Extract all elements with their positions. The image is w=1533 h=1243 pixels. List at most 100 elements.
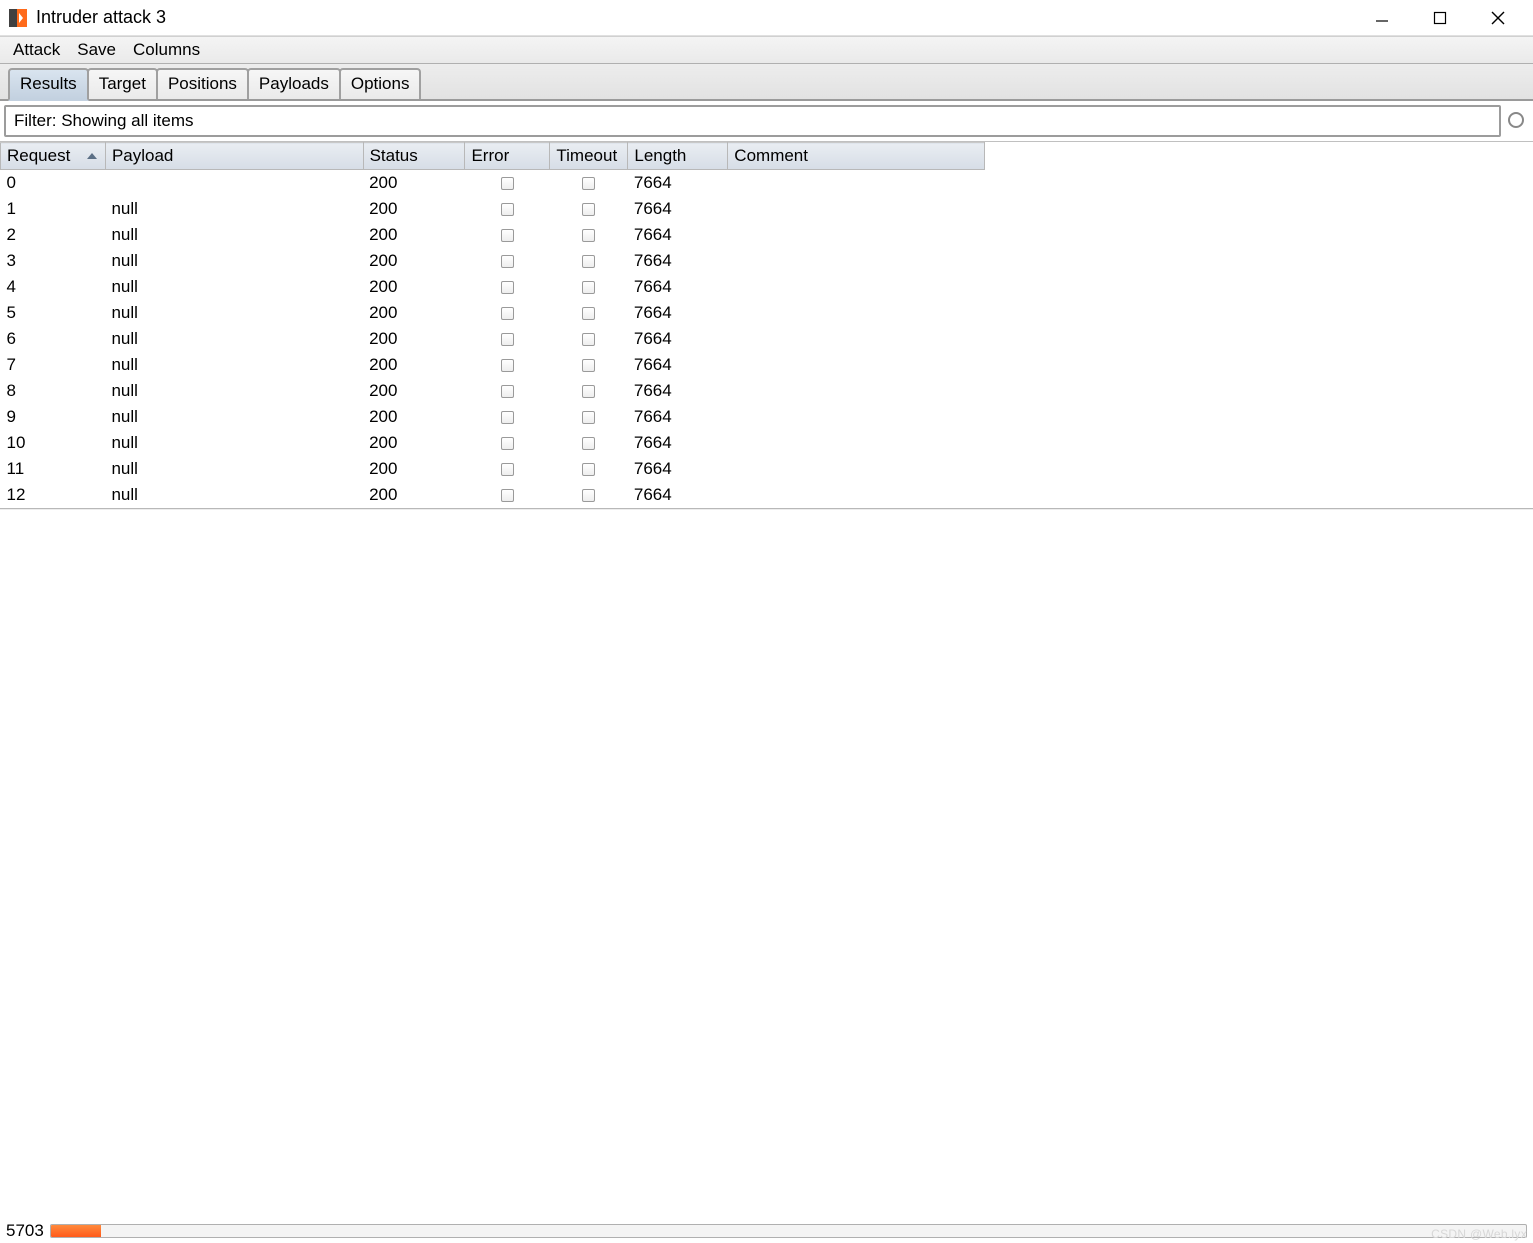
cell-comment bbox=[728, 300, 985, 326]
filter-options-icon[interactable] bbox=[1505, 105, 1529, 137]
col-header-length[interactable]: Length bbox=[628, 143, 728, 170]
checkbox-icon bbox=[582, 333, 595, 346]
cell-length: 7664 bbox=[628, 456, 728, 482]
checkbox-icon bbox=[501, 255, 514, 268]
checkbox-icon bbox=[501, 281, 514, 294]
col-header-error[interactable]: Error bbox=[465, 143, 550, 170]
table-row[interactable]: 3null2007664 bbox=[1, 248, 985, 274]
menu-columns[interactable]: Columns bbox=[126, 38, 207, 62]
progress-fill bbox=[51, 1225, 101, 1237]
col-header-timeout[interactable]: Timeout bbox=[550, 143, 628, 170]
cell-comment bbox=[728, 274, 985, 300]
close-button[interactable] bbox=[1483, 3, 1513, 33]
tab-payloads[interactable]: Payloads bbox=[247, 68, 341, 99]
table-row[interactable]: 1null2007664 bbox=[1, 196, 985, 222]
watermark: CSDN @Web.lyx bbox=[1431, 1227, 1527, 1241]
tab-positions[interactable]: Positions bbox=[156, 68, 249, 99]
cell-payload: null bbox=[105, 274, 363, 300]
cell-timeout bbox=[550, 248, 628, 274]
cell-status: 200 bbox=[363, 482, 465, 508]
cell-payload: null bbox=[105, 482, 363, 508]
checkbox-icon bbox=[501, 385, 514, 398]
cell-payload bbox=[105, 170, 363, 197]
cell-status: 200 bbox=[363, 196, 465, 222]
cell-status: 200 bbox=[363, 326, 465, 352]
tab-target[interactable]: Target bbox=[87, 68, 158, 99]
cell-payload: null bbox=[105, 222, 363, 248]
cell-payload: null bbox=[105, 378, 363, 404]
filter-bar[interactable]: Filter: Showing all items bbox=[4, 105, 1501, 137]
cell-error bbox=[465, 404, 550, 430]
cell-comment bbox=[728, 378, 985, 404]
table-row[interactable]: 8null2007664 bbox=[1, 378, 985, 404]
results-table-wrap: Request Payload Status Error Timeout Len… bbox=[0, 141, 1533, 510]
cell-comment bbox=[728, 326, 985, 352]
table-row[interactable]: 7null2007664 bbox=[1, 352, 985, 378]
cell-timeout bbox=[550, 482, 628, 508]
cell-length: 7664 bbox=[628, 404, 728, 430]
col-header-request[interactable]: Request bbox=[1, 143, 106, 170]
col-header-comment[interactable]: Comment bbox=[728, 143, 985, 170]
cell-request: 1 bbox=[1, 196, 106, 222]
menu-save[interactable]: Save bbox=[70, 38, 123, 62]
table-row[interactable]: 4null2007664 bbox=[1, 274, 985, 300]
cell-timeout bbox=[550, 352, 628, 378]
cell-request: 8 bbox=[1, 378, 106, 404]
cell-error bbox=[465, 482, 550, 508]
cell-error bbox=[465, 352, 550, 378]
checkbox-icon bbox=[582, 307, 595, 320]
table-row[interactable]: 02007664 bbox=[1, 170, 985, 197]
checkbox-icon bbox=[501, 229, 514, 242]
cell-comment bbox=[728, 482, 985, 508]
cell-status: 200 bbox=[363, 456, 465, 482]
checkbox-icon bbox=[582, 489, 595, 502]
cell-payload: null bbox=[105, 300, 363, 326]
table-row[interactable]: 10null2007664 bbox=[1, 430, 985, 456]
table-row[interactable]: 6null2007664 bbox=[1, 326, 985, 352]
cell-error bbox=[465, 430, 550, 456]
checkbox-icon bbox=[582, 229, 595, 242]
cell-payload: null bbox=[105, 352, 363, 378]
table-row[interactable]: 9null2007664 bbox=[1, 404, 985, 430]
cell-payload: null bbox=[105, 326, 363, 352]
cell-request: 5 bbox=[1, 300, 106, 326]
col-header-status[interactable]: Status bbox=[363, 143, 465, 170]
col-header-payload[interactable]: Payload bbox=[105, 143, 363, 170]
app-icon bbox=[8, 8, 28, 28]
checkbox-icon bbox=[582, 463, 595, 476]
menu-attack[interactable]: Attack bbox=[6, 38, 67, 62]
checkbox-icon bbox=[501, 463, 514, 476]
cell-length: 7664 bbox=[628, 222, 728, 248]
table-row[interactable]: 12null2007664 bbox=[1, 482, 985, 508]
checkbox-icon bbox=[501, 177, 514, 190]
results-table: Request Payload Status Error Timeout Len… bbox=[0, 142, 985, 508]
table-row[interactable]: 5null2007664 bbox=[1, 300, 985, 326]
table-row[interactable]: 11null200 7664 bbox=[1, 456, 985, 482]
cell-comment bbox=[728, 248, 985, 274]
status-count: 5703 bbox=[6, 1221, 44, 1241]
cell-comment bbox=[728, 404, 985, 430]
checkbox-icon bbox=[501, 437, 514, 450]
cell-comment bbox=[728, 196, 985, 222]
checkbox-icon bbox=[501, 359, 514, 372]
cell-length: 7664 bbox=[628, 300, 728, 326]
cell-payload: null bbox=[105, 430, 363, 456]
checkbox-icon bbox=[582, 411, 595, 424]
filter-row: Filter: Showing all items bbox=[0, 101, 1533, 141]
tab-results[interactable]: Results bbox=[8, 68, 89, 101]
cell-status: 200 bbox=[363, 274, 465, 300]
checkbox-icon bbox=[582, 359, 595, 372]
cell-payload: null bbox=[105, 456, 363, 482]
tab-options[interactable]: Options bbox=[339, 68, 422, 99]
cell-request: 11 bbox=[1, 456, 106, 482]
cell-comment bbox=[728, 456, 985, 482]
empty-panel bbox=[0, 510, 1533, 1219]
table-row[interactable]: 2null2007664 bbox=[1, 222, 985, 248]
statusbar: 5703 bbox=[0, 1219, 1533, 1243]
maximize-button[interactable] bbox=[1425, 3, 1455, 33]
checkbox-icon bbox=[582, 385, 595, 398]
cell-request: 7 bbox=[1, 352, 106, 378]
minimize-button[interactable] bbox=[1367, 3, 1397, 33]
cell-timeout bbox=[550, 222, 628, 248]
cell-status: 200 bbox=[363, 170, 465, 197]
